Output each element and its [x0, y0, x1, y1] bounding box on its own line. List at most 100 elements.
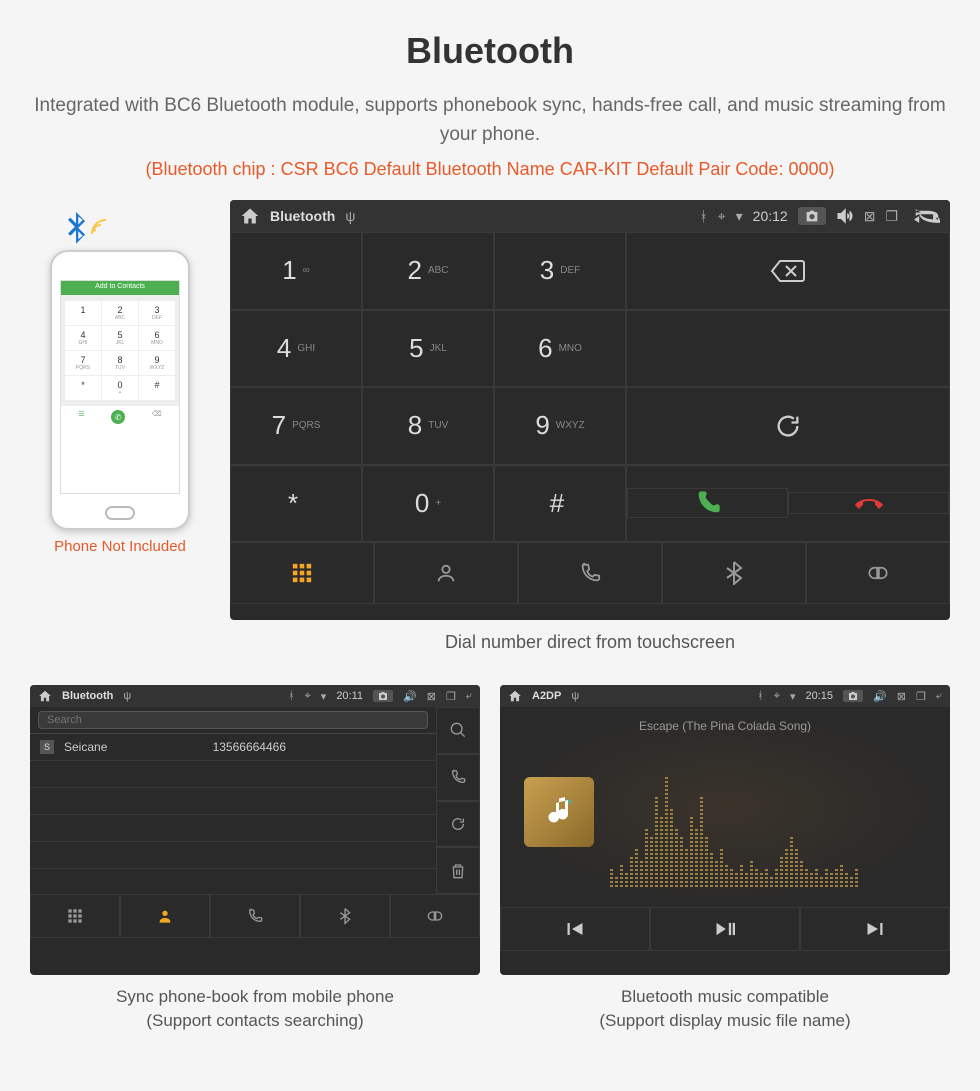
phone-key-5: 5JKL	[102, 326, 138, 350]
phone-home-button	[105, 506, 135, 520]
volume-icon[interactable]: 🔊	[403, 690, 417, 703]
screenshot-icon[interactable]	[373, 690, 393, 702]
play-pause-button[interactable]	[650, 907, 800, 951]
wifi-icon: ▾	[790, 690, 796, 703]
sync-button[interactable]	[436, 801, 480, 848]
nav-pair[interactable]	[806, 542, 950, 604]
song-title: Escape (The Pina Colada Song)	[500, 719, 950, 733]
location-icon: ⌖	[774, 690, 780, 703]
usb-icon: ψ	[571, 690, 579, 702]
delete-button[interactable]	[436, 847, 480, 894]
bluetooth-status-icon: ᚼ	[288, 690, 295, 702]
nav-calllog[interactable]	[518, 542, 662, 604]
close-icon[interactable]: ⊠	[897, 690, 906, 703]
phone-key-9: 9WXYZ	[139, 351, 175, 375]
empty-cell	[626, 310, 950, 388]
prev-button[interactable]	[500, 907, 650, 951]
dial-key-0[interactable]: 0+	[362, 465, 494, 543]
dial-key-4[interactable]: 4GHI	[230, 310, 362, 388]
nav-bluetooth[interactable]	[662, 542, 806, 604]
nav-calllog[interactable]	[210, 894, 300, 938]
dial-key-5[interactable]: 5JKL	[362, 310, 494, 388]
bluetooth-icon	[62, 212, 90, 246]
phone-key-4: 4GHI	[65, 326, 101, 350]
dial-key-#[interactable]: #	[494, 465, 626, 543]
phone-key-1: 1	[65, 301, 101, 325]
music-device: A2DP ψ ᚼ ⌖ ▾ 20:15 🔊 ⊠ ❐ ⤶ Escape (The P…	[500, 685, 950, 975]
dial-key-9[interactable]: 9WXYZ	[494, 387, 626, 465]
search-button[interactable]	[436, 707, 480, 754]
phone-call-icon: ✆	[111, 410, 125, 424]
wifi-icon: ▾	[736, 208, 743, 225]
nav-keypad[interactable]	[230, 542, 374, 604]
subtitle: Integrated with BC6 Bluetooth module, su…	[30, 92, 950, 149]
dialer-device: Bluetooth ψ ᚼ ⌖ ▾ 20:12 ⊠ ❐	[230, 200, 950, 620]
recent-icon[interactable]: ❐	[916, 690, 926, 703]
search-input[interactable]	[38, 711, 428, 729]
redial-button[interactable]	[626, 387, 950, 465]
equalizer	[610, 767, 930, 887]
phone-key-3: 3DEF	[139, 301, 175, 325]
status-title: A2DP	[532, 690, 561, 702]
recent-icon[interactable]: ❐	[446, 690, 456, 703]
album-art	[524, 777, 594, 847]
phone-contacts-bar: Add to Contacts	[61, 281, 179, 295]
phone-menu-icon: ☰	[78, 410, 84, 424]
bluetooth-status-icon: ᚼ	[699, 208, 707, 224]
contact-row[interactable]: SSeicane13566664466	[30, 734, 436, 761]
back-icon[interactable]: ⤶	[936, 690, 942, 703]
phone-back-icon: ⌫	[152, 410, 162, 424]
dial-key-3[interactable]: 3DEF	[494, 232, 626, 310]
screenshot-icon[interactable]	[843, 690, 863, 702]
dialer-caption: Dial number direct from touchscreen	[230, 632, 950, 653]
dial-key-6[interactable]: 6MNO	[494, 310, 626, 388]
home-icon[interactable]	[508, 689, 522, 703]
dial-key-1[interactable]: 1∞	[230, 232, 362, 310]
recent-icon[interactable]: ❐	[885, 208, 898, 225]
signal-waves-icon	[88, 216, 112, 240]
clock: 20:12	[753, 208, 788, 224]
contact-row-empty	[30, 815, 436, 842]
spec-line: (Bluetooth chip : CSR BC6 Default Blueto…	[30, 159, 950, 180]
contact-row-empty	[30, 842, 436, 869]
nav-keypad[interactable]	[30, 894, 120, 938]
close-icon[interactable]: ⊠	[864, 208, 876, 225]
home-icon[interactable]	[38, 689, 52, 703]
hangup-button[interactable]	[788, 492, 949, 514]
screenshot-icon[interactable]	[798, 207, 826, 225]
dial-key-*[interactable]: *	[230, 465, 362, 543]
phone-key-8: 8TUV	[102, 351, 138, 375]
close-icon[interactable]: ⊠	[427, 690, 436, 703]
phone-caption: Phone Not Included	[30, 538, 210, 555]
contact-row-empty	[30, 788, 436, 815]
call-button[interactable]	[627, 488, 788, 518]
nav-contacts[interactable]	[374, 542, 518, 604]
next-button[interactable]	[800, 907, 950, 951]
bluetooth-status-icon: ᚼ	[757, 690, 764, 702]
call-button[interactable]	[436, 754, 480, 801]
dial-key-7[interactable]: 7PQRS	[230, 387, 362, 465]
phone-key-0: 0+	[102, 376, 138, 400]
nav-pair[interactable]	[390, 894, 480, 938]
home-icon[interactable]	[240, 206, 260, 226]
volume-icon[interactable]	[836, 208, 854, 224]
page-title: Bluetooth	[30, 30, 950, 72]
phonebook-device: Bluetooth ψ ᚼ ⌖ ▾ 20:11 🔊 ⊠ ❐ ⤶ SSeicane…	[30, 685, 480, 975]
backspace-button[interactable]	[626, 232, 950, 310]
music-caption: Bluetooth music compatible (Support disp…	[500, 985, 950, 1033]
nav-bluetooth[interactable]	[300, 894, 390, 938]
phone-key-7: 7PQRS	[65, 351, 101, 375]
back-icon[interactable]	[914, 208, 940, 224]
volume-icon[interactable]: 🔊	[873, 690, 887, 703]
dial-key-8[interactable]: 8TUV	[362, 387, 494, 465]
nav-contacts[interactable]	[120, 894, 210, 938]
usb-icon: ψ	[345, 208, 355, 224]
dial-key-2[interactable]: 2ABC	[362, 232, 494, 310]
phone-key-2: 2ABC	[102, 301, 138, 325]
status-title: Bluetooth	[62, 690, 113, 702]
clock: 20:15	[806, 690, 834, 702]
wifi-icon: ▾	[321, 690, 327, 703]
status-bar: Bluetooth ψ ᚼ ⌖ ▾ 20:12 ⊠ ❐	[230, 200, 950, 232]
back-icon[interactable]: ⤶	[466, 690, 472, 703]
phonebook-caption: Sync phone-book from mobile phone (Suppo…	[30, 985, 480, 1033]
